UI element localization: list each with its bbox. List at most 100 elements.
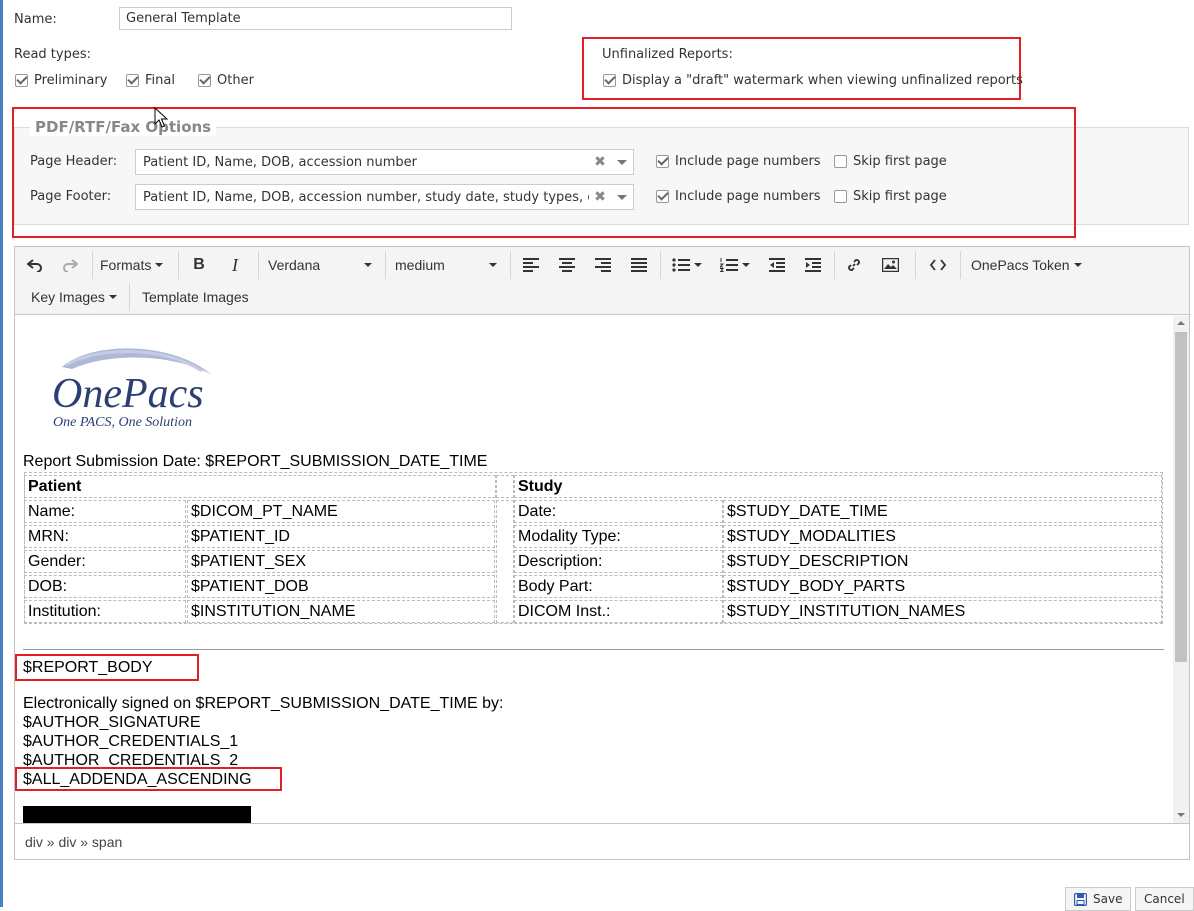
spacer-cell (496, 475, 514, 498)
numbered-list-button[interactable] (716, 253, 754, 277)
patient-institution-label: Institution: (24, 600, 186, 623)
checkbox-icon[interactable] (198, 74, 211, 87)
clear-icon[interactable]: ✖ (589, 189, 611, 205)
chevron-down-icon (155, 263, 164, 267)
spacer-cell (496, 500, 514, 623)
report-body-highlight (15, 654, 199, 681)
justify-button[interactable] (627, 253, 651, 277)
scroll-up-icon[interactable] (1177, 320, 1185, 326)
draft-watermark-label: Display a "draft" watermark when viewing… (622, 73, 1023, 88)
clear-icon[interactable]: ✖ (589, 154, 611, 170)
study-modality-label: Modality Type: (514, 525, 723, 548)
source-code-button[interactable] (926, 253, 950, 277)
read-type-final[interactable]: Final (126, 73, 175, 88)
page-header-select[interactable]: Patient ID, Name, DOB, accession number … (135, 149, 634, 175)
checkbox-icon[interactable] (834, 155, 847, 168)
save-button[interactable]: Save (1065, 887, 1132, 911)
template-images-button[interactable]: Template Images (142, 285, 249, 309)
onepacs-token-dropdown[interactable]: OnePacs Token (971, 253, 1082, 277)
mouse-cursor-icon (154, 107, 168, 128)
redo-button[interactable] (57, 253, 83, 277)
align-right-icon (595, 258, 611, 272)
page-footer-select[interactable]: Patient ID, Name, DOB, accession number,… (135, 184, 634, 210)
patient-header-cell: Patient (24, 475, 496, 498)
link-button[interactable] (842, 253, 866, 277)
undo-button[interactable] (22, 253, 48, 277)
checkbox-icon[interactable] (656, 155, 669, 168)
name-input[interactable]: General Template (119, 7, 512, 30)
footer-skip-first-page[interactable]: Skip first page (834, 189, 947, 204)
header-include-page-numbers[interactable]: Include page numbers (656, 154, 821, 169)
unfinalized-label: Unfinalized Reports: (602, 47, 733, 62)
study-date-value: $STUDY_DATE_TIME (723, 500, 1162, 523)
chevron-down-icon (489, 263, 497, 267)
study-dicom-inst-label: DICOM Inst.: (514, 600, 723, 623)
chevron-down-icon[interactable] (611, 159, 633, 165)
read-type-preliminary[interactable]: Preliminary (15, 73, 107, 88)
outdent-button[interactable] (765, 253, 789, 277)
patient-gender-value: $PATIENT_SEX (187, 550, 495, 573)
floppy-disk-icon (1074, 892, 1087, 906)
link-icon (848, 259, 860, 271)
formats-dropdown[interactable]: Formats (100, 253, 164, 277)
author-credentials-1-token: $AUTHOR_CREDENTIALS_1 (23, 733, 239, 750)
header-include-page-numbers-label: Include page numbers (675, 154, 821, 169)
font-family-dropdown[interactable]: Verdana (268, 253, 372, 277)
indent-icon (805, 258, 821, 272)
scroll-down-icon[interactable] (1177, 812, 1185, 818)
patient-mrn-label: MRN: (24, 525, 186, 548)
name-label: Name: (14, 12, 57, 27)
align-left-button[interactable] (519, 253, 543, 277)
patient-mrn-value: $PATIENT_ID (187, 525, 495, 548)
patient-name-label: Name: (24, 500, 186, 523)
toolbar-separator (960, 251, 961, 279)
read-types-label: Read types: (14, 47, 91, 62)
align-center-button[interactable] (555, 253, 579, 277)
editor-scrollbar-thumb[interactable] (1175, 332, 1187, 662)
study-dicom-inst-value: $STUDY_INSTITUTION_NAMES (723, 600, 1162, 623)
toolbar-separator (178, 251, 179, 279)
study-header-cell: Study (514, 475, 1162, 498)
study-modality-value: $STUDY_MODALITIES (723, 525, 1162, 548)
italic-button[interactable]: I (223, 253, 247, 277)
checkbox-icon[interactable] (603, 74, 616, 87)
footer-include-page-numbers[interactable]: Include page numbers (656, 189, 821, 204)
key-images-label: Key Images (31, 289, 105, 305)
bold-button[interactable]: B (187, 253, 211, 277)
footer-skip-first-page-label: Skip first page (853, 189, 947, 204)
patient-institution-value: $INSTITUTION_NAME (187, 600, 495, 623)
read-type-other-label: Other (217, 73, 254, 88)
header-skip-first-page[interactable]: Skip first page (834, 154, 947, 169)
horizontal-rule (23, 649, 1164, 650)
toolbar-separator (385, 251, 386, 279)
checkbox-icon[interactable] (126, 74, 139, 87)
cancel-label: Cancel (1144, 892, 1185, 906)
footer-include-page-numbers-label: Include page numbers (675, 189, 821, 204)
outdent-icon (769, 258, 785, 272)
chevron-down-icon[interactable] (611, 194, 633, 200)
insert-image-button[interactable] (878, 253, 902, 277)
toolbar-separator (92, 251, 93, 279)
chevron-down-icon (694, 263, 702, 267)
font-size-dropdown[interactable]: medium (395, 253, 497, 277)
submission-date-line: Report Submission Date: $REPORT_SUBMISSI… (23, 453, 488, 470)
chevron-down-icon (1073, 263, 1082, 267)
align-left-icon (523, 258, 539, 272)
cancel-button[interactable]: Cancel (1135, 887, 1194, 911)
checkbox-icon[interactable] (15, 74, 28, 87)
patient-gender-label: Gender: (24, 550, 186, 573)
read-type-other[interactable]: Other (198, 73, 254, 88)
checkbox-icon[interactable] (656, 190, 669, 203)
read-type-final-label: Final (145, 73, 175, 88)
element-path[interactable]: div » div » span (25, 834, 122, 850)
image-icon (881, 258, 899, 272)
draft-watermark-option[interactable]: Display a "draft" watermark when viewing… (603, 73, 1023, 88)
patient-name-value: $DICOM_PT_NAME (187, 500, 495, 523)
key-images-dropdown[interactable]: Key Images (31, 285, 117, 309)
bullet-list-button[interactable] (668, 253, 706, 277)
align-right-button[interactable] (591, 253, 615, 277)
checkbox-icon[interactable] (834, 190, 847, 203)
align-justify-icon (631, 258, 647, 272)
indent-button[interactable] (801, 253, 825, 277)
font-size-value: medium (395, 257, 445, 273)
